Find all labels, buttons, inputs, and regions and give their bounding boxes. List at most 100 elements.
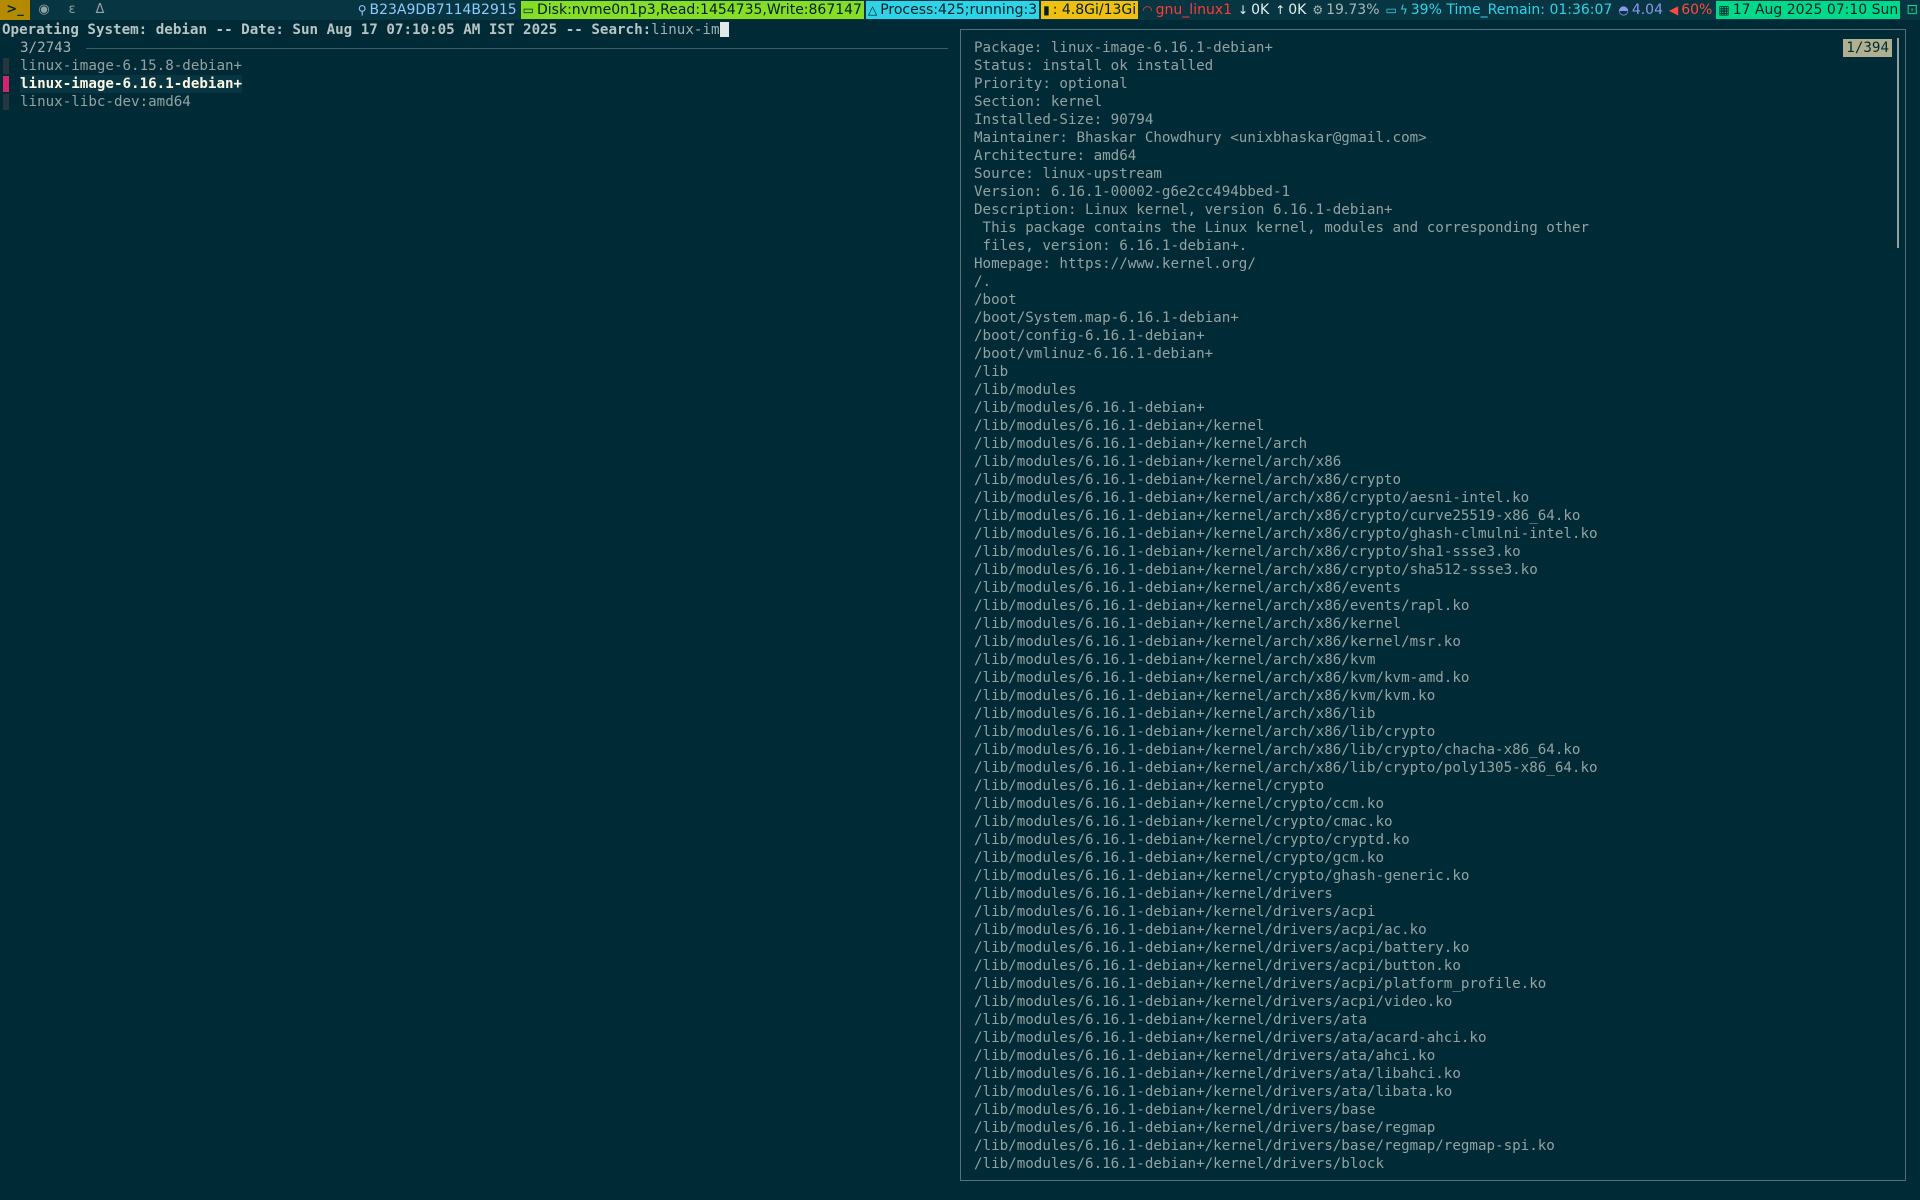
battery-text: 39%	[1411, 0, 1442, 20]
preview-line: /lib/modules/6.16.1-debian+/kernel/drive…	[974, 885, 1598, 903]
preview-line: /lib/modules/6.16.1-debian+/kernel/crypt…	[974, 813, 1598, 831]
preview-line: /lib/modules/6.16.1-debian+/kernel/crypt…	[974, 831, 1598, 849]
wifi-widget: ◠gnu_linux1	[1140, 1, 1234, 19]
arrow-down-icon: ↓	[1238, 0, 1248, 20]
volume-text: 60%	[1681, 0, 1712, 20]
preview-line: /lib/modules/6.16.1-debian+/kernel/drive…	[974, 993, 1598, 1011]
disk-icon: ▭	[523, 0, 534, 20]
search-prompt[interactable]: Operating System: debian -- Date: Sun Au…	[2, 21, 729, 39]
battery-icon: ▭	[1386, 0, 1397, 20]
workspace-2-button[interactable]: ◉	[30, 0, 58, 20]
cpu-widget: ⚙19.73%	[1310, 1, 1381, 19]
preview-line: Source: linux-upstream	[974, 165, 1598, 183]
search-input[interactable]: linux-im	[651, 22, 719, 38]
list-item-selected[interactable]: linux-image-6.16.1-debian+	[0, 75, 34, 93]
preview-line: /lib/modules/6.16.1-debian+/kernel/arch/…	[974, 687, 1598, 705]
net-down-text: 0K	[1251, 0, 1269, 20]
gauge-icon: ◓	[1618, 0, 1628, 20]
preview-line: /lib/modules/6.16.1-debian+/kernel/arch/…	[974, 561, 1598, 579]
preview-line: /lib/modules/6.16.1-debian+/kernel/arch/…	[974, 471, 1598, 489]
preview-line: files, version: 6.16.1-debian+.	[974, 237, 1598, 255]
preview-line: /lib/modules/6.16.1-debian+/kernel/crypt…	[974, 795, 1598, 813]
package-name: linux-libc-dev:amd64	[20, 93, 191, 111]
preview-line: /lib/modules/6.16.1-debian+/kernel/drive…	[974, 1083, 1598, 1101]
preview-line: Version: 6.16.1-00002-g6e2cc494bbed-1	[974, 183, 1598, 201]
arrow-up-icon: ↑	[1275, 0, 1285, 20]
preview-line: /lib/modules/6.16.1-debian+/kernel	[974, 417, 1598, 435]
workspace-4-button[interactable]: Δ	[86, 0, 114, 20]
package-name: linux-image-6.16.1-debian+	[20, 75, 242, 93]
memory-widget: ▮: 4.8Gi/13Gi	[1041, 1, 1138, 19]
preview-line: /lib/modules/6.16.1-debian+/kernel/crypt…	[974, 777, 1598, 795]
preview-line: /lib/modules/6.16.1-debian+/kernel/arch/…	[974, 489, 1598, 507]
process-text: Process:425;running:3	[880, 0, 1037, 20]
workspace-3-button[interactable]: ε	[58, 0, 86, 20]
preview-line: /lib/modules/6.16.1-debian+	[974, 399, 1598, 417]
counter-divider	[86, 48, 948, 49]
tray-lock-icon[interactable]: ⊡	[1904, 1, 1920, 19]
preview-line: /lib/modules/6.16.1-debian+/kernel/arch/…	[974, 453, 1598, 471]
preview-line: /boot/config-6.16.1-debian+	[974, 327, 1598, 345]
terminal-icon: >_	[6, 0, 23, 20]
load-text: 4.04	[1632, 0, 1663, 20]
preview-line: /lib/modules/6.16.1-debian+/kernel/arch/…	[974, 543, 1598, 561]
net-up-text: 0K	[1288, 0, 1306, 20]
calendar-icon: ▦	[1718, 0, 1729, 20]
match-counter: 3/2743	[20, 39, 71, 57]
key-icon: ⚲	[358, 0, 367, 20]
preview-line: /.	[974, 273, 1598, 291]
list-item[interactable]: linux-image-6.15.8-debian+	[0, 57, 34, 75]
volume-widget[interactable]: ◀60%	[1667, 1, 1714, 19]
preview-line: /lib/modules/6.16.1-debian+/kernel/drive…	[974, 1029, 1598, 1047]
preview-line: Maintainer: Bhaskar Chowdhury <unixbhask…	[974, 129, 1598, 147]
preview-line: /lib/modules/6.16.1-debian+/kernel/drive…	[974, 1011, 1598, 1029]
preview-position: 1/394	[1843, 39, 1892, 57]
preview-line: /lib/modules/6.16.1-debian+/kernel/crypt…	[974, 867, 1598, 885]
firefox-icon: ◉	[38, 0, 49, 20]
preview-line: /lib/modules/6.16.1-debian+/kernel/drive…	[974, 1065, 1598, 1083]
text-cursor	[720, 22, 729, 37]
preview-line: /lib/modules/6.16.1-debian+/kernel/drive…	[974, 921, 1598, 939]
preview-line: /lib/modules/6.16.1-debian+/kernel/drive…	[974, 975, 1598, 993]
speaker-icon: ◀	[1669, 0, 1678, 20]
row-marker	[3, 76, 9, 92]
preview-line: /lib/modules	[974, 381, 1598, 399]
gpg-key-id: B23A9DB7114B2915	[370, 0, 517, 20]
preview-line: /lib/modules/6.16.1-debian+/kernel/arch/…	[974, 723, 1598, 741]
preview-line: Section: kernel	[974, 93, 1598, 111]
preview-line: /lib/modules/6.16.1-debian+/kernel/drive…	[974, 1155, 1598, 1173]
preview-line: Package: linux-image-6.16.1-debian+	[974, 39, 1598, 57]
gpg-key-widget: ⚲B23A9DB7114B2915	[356, 1, 519, 19]
results-list: linux-image-6.15.8-debian+ linux-image-6…	[0, 57, 34, 111]
tux-icon: Δ	[96, 0, 105, 20]
wifi-ssid: gnu_linux1	[1156, 0, 1232, 20]
preview-line: /lib/modules/6.16.1-debian+/kernel/drive…	[974, 939, 1598, 957]
preview-line: /boot	[974, 291, 1598, 309]
list-item[interactable]: linux-libc-dev:amd64	[0, 93, 34, 111]
battery-widget: ▭ϟ39% Time_Remain: 01:36:07	[1384, 1, 1615, 19]
preview-line: This package contains the Linux kernel, …	[974, 219, 1598, 237]
preview-line: Priority: optional	[974, 75, 1598, 93]
preview-line: /lib/modules/6.16.1-debian+/kernel/arch/…	[974, 705, 1598, 723]
preview-line: /lib/modules/6.16.1-debian+/kernel/drive…	[974, 1101, 1598, 1119]
preview-line: Homepage: https://www.kernel.org/	[974, 255, 1598, 273]
memory-text: : 4.8Gi/13Gi	[1053, 0, 1136, 20]
preview-line: /lib/modules/6.16.1-debian+/kernel/drive…	[974, 903, 1598, 921]
row-marker	[3, 94, 9, 110]
preview-line: /lib/modules/6.16.1-debian+/kernel/drive…	[974, 957, 1598, 975]
preview-line: /lib/modules/6.16.1-debian+/kernel/arch/…	[974, 633, 1598, 651]
clock-widget[interactable]: ▦17 Aug 2025 07:10 Sun	[1716, 1, 1900, 19]
preview-line: /boot/vmlinuz-6.16.1-debian+	[974, 345, 1598, 363]
preview-pane[interactable]: Package: linux-image-6.16.1-debian+Statu…	[960, 29, 1906, 1181]
preview-line: /lib/modules/6.16.1-debian+/kernel/arch/…	[974, 759, 1598, 777]
time-remain-text: Time_Remain: 01:36:07	[1446, 0, 1612, 20]
net-up-widget: ↑0K	[1273, 1, 1308, 19]
match-count: 3/2743	[20, 39, 71, 57]
status-bar: >_ ◉ ε Δ ⚲B23A9DB7114B2915 ▭Disk:nvme0n1…	[0, 0, 1920, 20]
preview-scrollbar[interactable]	[1897, 38, 1899, 248]
preview-line: /lib/modules/6.16.1-debian+/kernel/arch/…	[974, 741, 1598, 759]
gear-icon: ⚙	[1312, 0, 1323, 20]
preview-line: /lib/modules/6.16.1-debian+/kernel/arch/…	[974, 579, 1598, 597]
load-widget: ◓4.04	[1616, 1, 1665, 19]
workspace-terminal-button[interactable]: >_	[0, 0, 30, 20]
